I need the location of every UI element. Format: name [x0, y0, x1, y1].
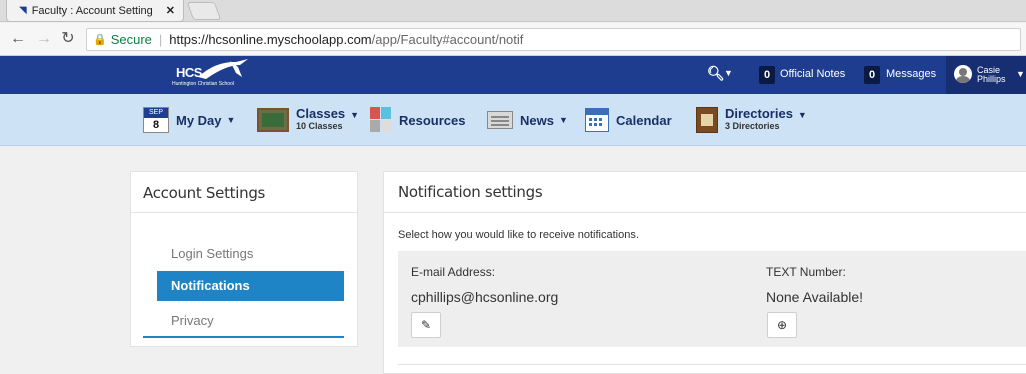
avatar [954, 65, 972, 83]
nav-news-label: News [520, 112, 554, 128]
chevron-down-icon: ▼ [350, 110, 360, 120]
school-logo[interactable]: HCS Huntington Christian School [170, 59, 262, 91]
add-text-number-button[interactable]: ⊕ [767, 312, 797, 338]
module-nav: SEP 8 My Day ▼ Classes 10 Classes ▼ Reso… [0, 94, 1026, 146]
divider [398, 364, 1026, 365]
sidebar-item-login-settings[interactable]: Login Settings [157, 239, 344, 269]
contact-methods-box: E-mail Address: cphillips@hcsonline.org … [398, 251, 1026, 347]
official-notes-link[interactable]: Official Notes [780, 68, 845, 80]
secure-label: Secure [110, 32, 152, 47]
nav-calendar-label: Calendar [616, 112, 672, 128]
nav-classes[interactable]: Classes 10 Classes ▼ [257, 94, 359, 146]
date-calendar-icon: SEP 8 [143, 107, 169, 133]
page-title: Notification settings [398, 183, 543, 201]
divider [131, 212, 357, 213]
logo-subtext: Huntington Christian School [172, 81, 234, 87]
browser-tab[interactable]: ◥ Faculty : Account Setting ✕ [6, 0, 184, 22]
calendar-day: 8 [152, 119, 160, 131]
url-host: https://hcsonline.myschoolapp.com [169, 32, 372, 47]
divider [143, 336, 344, 338]
nav-news[interactable]: News ▼ [487, 94, 568, 146]
account-settings-title: Account Settings [143, 184, 266, 202]
nav-directories[interactable]: Directories 3 Directories ▼ [696, 94, 807, 146]
chevron-down-icon: ▼ [226, 115, 236, 125]
chalkboard-icon [257, 108, 289, 132]
nav-directories-count: 3 Directories [725, 121, 780, 131]
browser-tabstrip: ◥ Faculty : Account Setting ✕ [0, 0, 1026, 22]
favicon-icon: ◥ [19, 5, 27, 16]
nav-classes-count: 10 Classes [296, 121, 343, 131]
search-icon[interactable]: 🔍︎ [707, 65, 725, 82]
url-path: /app/Faculty#account/notif [371, 32, 524, 47]
reload-icon[interactable]: ↻ [58, 30, 78, 48]
messages-link[interactable]: Messages [886, 68, 936, 80]
nav-resources[interactable]: Resources [370, 94, 465, 146]
sidebar-item-privacy[interactable]: Privacy [157, 306, 344, 336]
messages-badge[interactable]: 0 [864, 66, 880, 84]
nav-directories-label: Directories [725, 106, 793, 121]
nav-calendar[interactable]: Calendar [585, 94, 672, 146]
nav-my-day[interactable]: SEP 8 My Day ▼ [143, 94, 235, 146]
url-field[interactable]: 🔒 Secure | https://hcsonline.myschoolapp… [86, 28, 1021, 51]
nav-my-day-label: My Day [176, 112, 222, 128]
directory-book-icon [696, 107, 718, 133]
edit-email-button[interactable]: ✎ [411, 312, 441, 338]
address-bar: ← → ↻ 🔒 Secure | https://hcsonline.mysch… [0, 23, 1026, 56]
resources-icon [370, 107, 392, 133]
sidebar-item-notifications[interactable]: Notifications [157, 271, 344, 301]
account-settings-panel: Account Settings Login Settings Notifica… [130, 171, 358, 347]
user-menu[interactable]: Casie Phillips ▼ [946, 56, 1026, 94]
calendar-icon [585, 108, 609, 132]
tab-close-icon[interactable]: ✕ [166, 4, 175, 17]
new-tab-button[interactable] [186, 2, 222, 20]
app-header: HCS Huntington Christian School 🔍︎ ▼ 0 O… [0, 56, 1026, 94]
calendar-month: SEP [144, 108, 168, 118]
search-caret-icon[interactable]: ▼ [724, 68, 733, 78]
plus-circle-icon: ⊕ [776, 318, 788, 332]
text-number-label: TEXT Number: [766, 265, 846, 279]
logo-swoosh-icon [198, 59, 248, 79]
nav-resources-label: Resources [399, 112, 466, 128]
notification-settings-panel: Notification settings Select how you wou… [383, 171, 1026, 374]
notifications-intro: Select how you would like to receive not… [398, 229, 639, 241]
back-icon[interactable]: ← [8, 30, 28, 48]
url-separator: | [158, 32, 163, 47]
chevron-down-icon: ▼ [558, 115, 568, 125]
user-last-name: Phillips [977, 74, 1006, 84]
lock-icon: 🔒 [93, 34, 107, 46]
forward-icon[interactable]: → [34, 30, 54, 48]
user-caret-icon: ▼ [1016, 69, 1025, 79]
newspaper-icon [487, 111, 513, 129]
nav-classes-label: Classes [296, 106, 346, 121]
tab-title: Faculty : Account Setting [31, 4, 153, 17]
chevron-down-icon: ▼ [797, 110, 807, 120]
text-number-value: None Available! [766, 289, 864, 305]
official-notes-badge[interactable]: 0 [759, 66, 775, 84]
email-value: cphillips@hcsonline.org [411, 289, 559, 305]
pencil-icon: ✎ [420, 318, 432, 332]
email-label: E-mail Address: [411, 265, 496, 279]
divider [384, 212, 1026, 213]
